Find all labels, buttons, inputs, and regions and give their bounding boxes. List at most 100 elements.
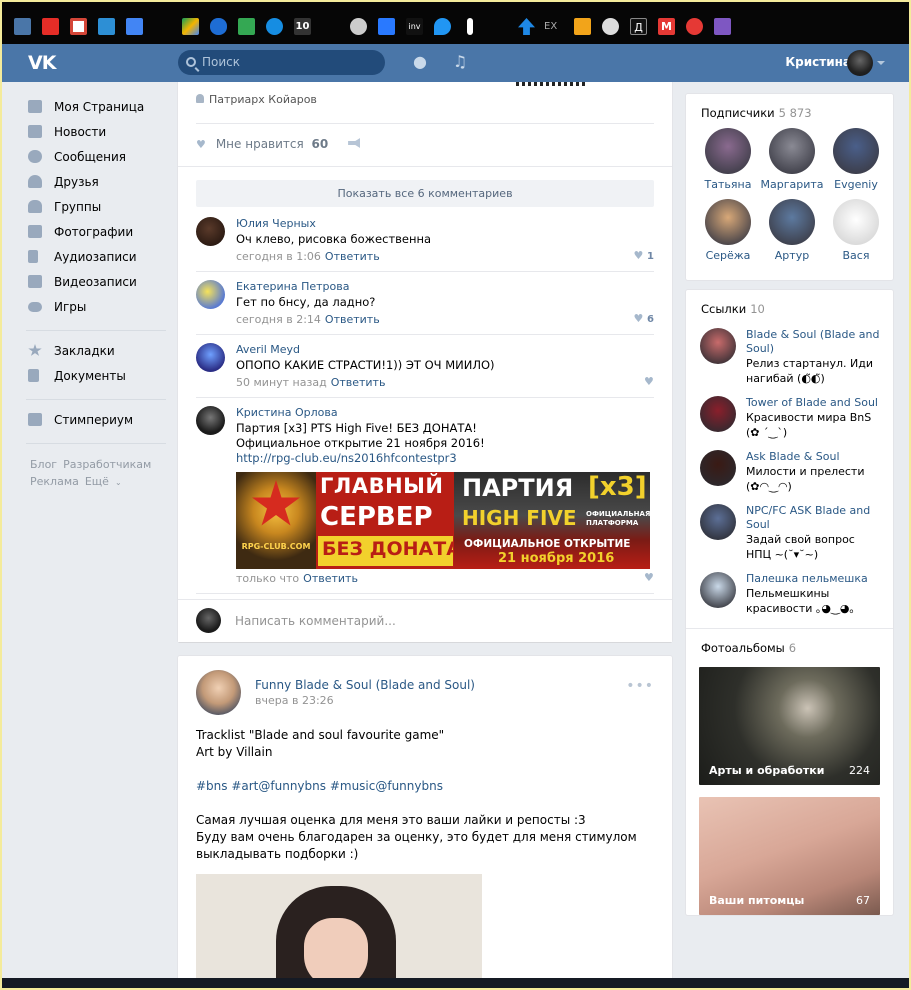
reply-link[interactable]: Ответить <box>331 376 386 389</box>
plus-icon[interactable] <box>686 18 703 35</box>
block-header[interactable]: Ссылки 10 <box>686 290 893 328</box>
subscriber-item[interactable]: Вася <box>824 199 888 262</box>
user-avatar[interactable] <box>847 50 873 76</box>
sidebar-item-news[interactable]: Новости <box>26 122 166 147</box>
onedrive-icon[interactable] <box>210 18 227 35</box>
info-icon[interactable] <box>378 18 395 35</box>
link-title[interactable]: Tower of Blade and Soul <box>746 396 883 410</box>
thermometer-icon[interactable] <box>467 18 473 35</box>
vk-icon[interactable] <box>14 18 31 35</box>
comment-author[interactable]: Averil Meyd <box>236 343 636 356</box>
link-item[interactable]: Tower of Blade and Soul Красивости мира B… <box>686 396 893 450</box>
search-input[interactable]: Поиск <box>178 50 385 75</box>
subscriber-item[interactable]: Серёжа <box>696 199 760 262</box>
avatar[interactable] <box>196 343 225 372</box>
link-title[interactable]: NPC/FC ASK Blade and Soul <box>746 504 883 532</box>
show-all-comments-button[interactable]: Показать все 6 комментариев <box>196 180 654 207</box>
gmail-icon[interactable] <box>70 18 87 35</box>
comment-input[interactable]: Написать комментарий... <box>235 614 396 628</box>
comment-time[interactable]: сегодня в 1:06 <box>236 250 321 263</box>
sidebar-item-audio[interactable]: Аудиозаписи <box>26 247 166 272</box>
sidebar-item-groups[interactable]: Группы <box>26 197 166 222</box>
comment-author[interactable]: Юлия Черных <box>236 217 636 230</box>
subscriber-item[interactable]: Evgeniy <box>824 128 888 191</box>
sidebar-item-photos[interactable]: Фотографии <box>26 222 166 247</box>
link-title[interactable]: Палешка пельмешка <box>746 572 883 586</box>
sidebar-item-stimperium[interactable]: Стимпериум <box>26 410 166 435</box>
clock-icon[interactable] <box>350 18 367 35</box>
sidebar-item-messages[interactable]: Сообщения <box>26 147 166 172</box>
link-item[interactable]: Blade & Soul (Blade and Soul) Релиз старт… <box>686 328 893 396</box>
music-icon[interactable]: ♫ <box>452 54 468 70</box>
chevron-down-icon[interactable] <box>877 61 885 65</box>
youtube-icon[interactable] <box>42 18 59 35</box>
comment-url-link[interactable]: http://rpg-club.eu/ns2016hfcontestpr3 <box>236 451 636 466</box>
sidebar-item-video[interactable]: Видеозаписи <box>26 272 166 297</box>
post-image[interactable] <box>196 874 482 986</box>
maps-icon[interactable] <box>238 18 255 35</box>
link-title[interactable]: Blade & Soul (Blade and Soul) <box>746 328 883 356</box>
album-card[interactable]: Ваши питомцы 67 <box>699 797 880 915</box>
avatar[interactable] <box>196 280 225 309</box>
footer-link-developers[interactable]: Разработчикам <box>63 458 151 471</box>
d-icon[interactable]: Д <box>630 18 647 35</box>
subscriber-item[interactable]: Татьяна <box>696 128 760 191</box>
comment-time[interactable]: 50 минут назад <box>236 376 327 389</box>
pin-icon[interactable] <box>98 18 115 35</box>
subscriber-item[interactable]: Маргарита <box>760 128 824 191</box>
m-icon[interactable]: M <box>658 18 675 35</box>
comment-like-button[interactable]: ♥ 1 <box>634 250 654 262</box>
link-item[interactable]: NPC/FC ASK Blade and Soul Задай свой вопр… <box>686 504 893 572</box>
drop-icon[interactable] <box>434 18 451 35</box>
avatar[interactable] <box>196 406 225 435</box>
share-icon[interactable] <box>348 138 361 148</box>
mail-icon[interactable] <box>266 18 283 35</box>
reply-link[interactable]: Ответить <box>325 313 380 326</box>
like-button[interactable]: ♥ Мне нравится 60 <box>196 137 361 151</box>
promo-banner[interactable]: RPG-CLUB.COM ГЛАВНЫЙ СЕРВЕР БЕЗ ДОНАТА П… <box>236 472 650 569</box>
comment-time[interactable]: сегодня в 2:14 <box>236 313 321 326</box>
block-header[interactable]: Фотоальбомы 6 <box>686 629 893 667</box>
sidebar-item-friends[interactable]: Друзья <box>26 172 166 197</box>
link-item[interactable]: Палешка пельмешка Пельмешкины красивости … <box>686 572 893 626</box>
group-name[interactable]: Funny Blade & Soul (Blade and Soul) <box>255 678 475 692</box>
reply-link[interactable]: Ответить <box>303 572 358 585</box>
comment-author[interactable]: Кристина Орлова <box>236 406 636 419</box>
footer-link-blog[interactable]: Блог <box>30 458 57 471</box>
post-time[interactable]: вчера в 23:26 <box>255 694 334 707</box>
sidebar-item-bookmarks[interactable]: Закладки <box>26 341 166 366</box>
ex-icon[interactable]: EX <box>544 18 566 35</box>
inv-icon[interactable]: inv <box>406 18 423 35</box>
footer-link-ads[interactable]: Реклама <box>30 475 79 488</box>
link-item[interactable]: Ask Blade & Soul Милости и прелести (✿◠‿◠… <box>686 450 893 504</box>
comment-like-button[interactable]: ♥ 6 <box>634 313 654 325</box>
post-source[interactable]: Патриарх Койаров <box>196 93 317 106</box>
comment-time[interactable]: только что <box>236 572 299 585</box>
reply-link[interactable]: Ответить <box>325 250 380 263</box>
post-hashtags[interactable]: #bns #art@funnybns #music@funnybns <box>196 778 656 795</box>
comment-author[interactable]: Екатерина Петрова <box>236 280 636 293</box>
bell-icon[interactable]: ● <box>412 54 428 70</box>
sidebar-item-my-page[interactable]: Моя Страница <box>26 97 166 122</box>
vk-logo-icon[interactable]: VK <box>28 52 56 74</box>
heart-icon[interactable] <box>714 18 731 35</box>
lock-icon[interactable] <box>574 18 591 35</box>
translate-icon[interactable] <box>126 18 143 35</box>
footer-link-more[interactable]: Ещё <box>85 475 109 488</box>
avatar[interactable] <box>196 217 225 246</box>
user-name[interactable]: Кристина <box>785 55 851 69</box>
comment-like-button[interactable]: ♥ <box>644 376 654 388</box>
up-arrow-icon[interactable] <box>518 18 535 35</box>
more-options-icon[interactable]: ••• <box>626 678 654 694</box>
drive-icon[interactable] <box>182 18 199 35</box>
block-header[interactable]: Подписчики 5 873 <box>686 94 893 126</box>
play-icon[interactable] <box>602 18 619 35</box>
link-title[interactable]: Ask Blade & Soul <box>746 450 883 464</box>
comment-like-button[interactable]: ♥ <box>644 572 654 584</box>
sidebar-item-games[interactable]: Игры <box>26 297 166 322</box>
group-avatar[interactable] <box>196 670 241 715</box>
sidebar-item-documents[interactable]: Документы <box>26 366 166 391</box>
album-card[interactable]: Арты и обработки 224 <box>699 667 880 785</box>
subscriber-item[interactable]: Артур <box>760 199 824 262</box>
ten-icon[interactable]: 10 <box>294 18 311 35</box>
